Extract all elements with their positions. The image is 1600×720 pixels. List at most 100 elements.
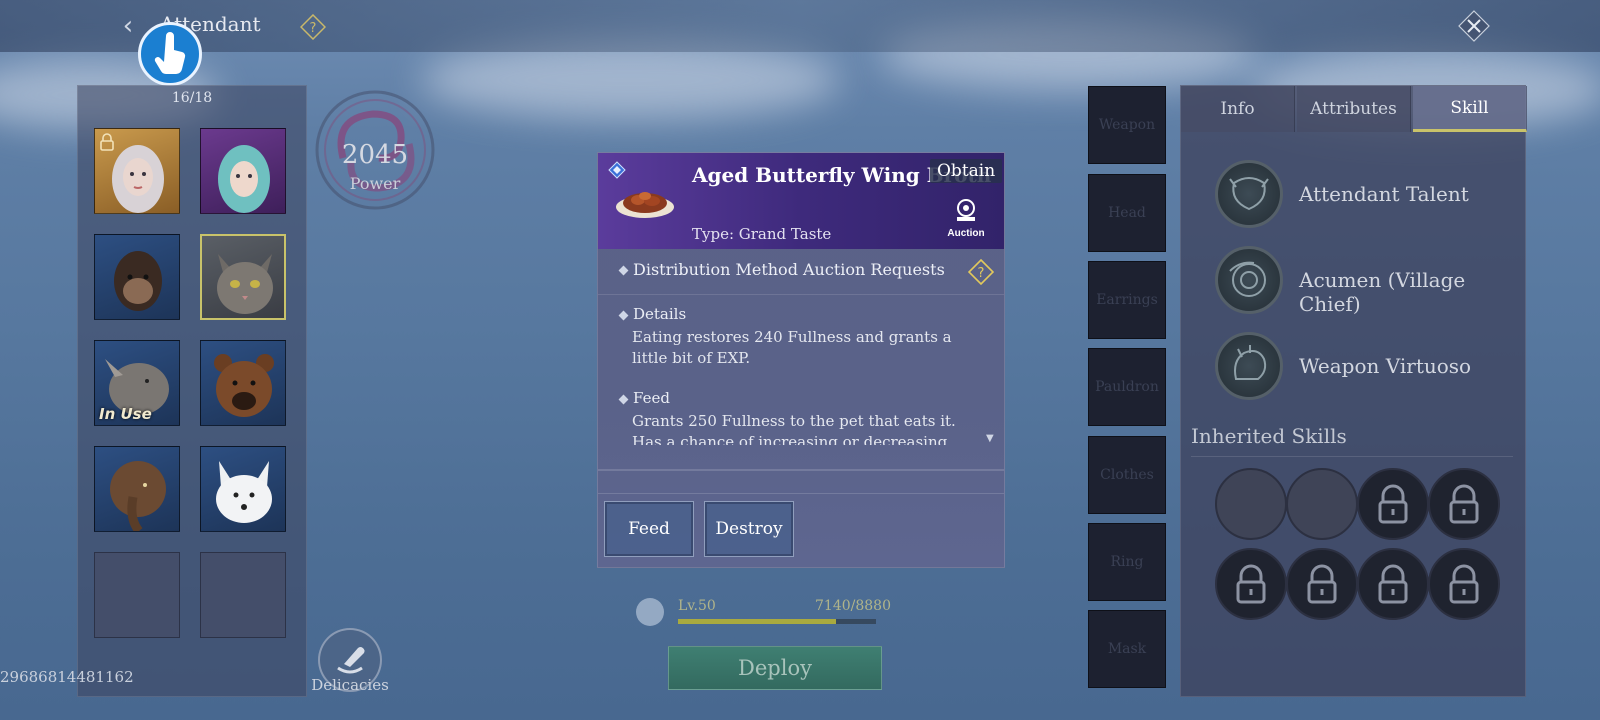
- in-use-label: In Use: [99, 405, 152, 423]
- portrait-mammoth: [110, 461, 166, 531]
- help-diamond-icon[interactable]: ?: [968, 259, 994, 285]
- chevron-left-icon: ‹: [122, 11, 134, 41]
- eye-swirl-icon: [1229, 261, 1266, 297]
- pet-slot-empty[interactable]: [94, 552, 180, 638]
- feed-title: Feed: [618, 389, 670, 407]
- feed-text: Grants 250 Fullness to the pet that eats…: [632, 412, 956, 445]
- attendant-detail-panel: Info Attributes Skill Attendant Talent A…: [1180, 85, 1527, 697]
- help-diamond-icon: ?: [300, 14, 326, 40]
- pet-slot-gray-cat[interactable]: [200, 234, 286, 320]
- inherited-skill-slot-locked[interactable]: [1357, 468, 1429, 540]
- user-id: 29686814481162: [0, 668, 134, 686]
- equip-slot-pauldron[interactable]: Pauldron: [1088, 348, 1166, 426]
- item-header: Aged Butterfly Wing Broth Obtain Type: G…: [598, 153, 1004, 249]
- skill-name: Acumen (Village Chief): [1299, 268, 1466, 316]
- skill-acumen[interactable]: [1215, 246, 1283, 314]
- skill-attendant-talent[interactable]: [1215, 160, 1283, 228]
- portrait-bear: [214, 354, 274, 417]
- pet-slot-mammoth[interactable]: [94, 446, 180, 532]
- svg-text:?: ?: [310, 21, 317, 36]
- broth-dish-icon: [616, 192, 674, 218]
- pet-slot-white-haired-woman[interactable]: [94, 128, 180, 214]
- inherited-skill-slot-locked[interactable]: [1428, 548, 1500, 620]
- tab-attributes[interactable]: Attributes: [1297, 86, 1411, 132]
- deploy-button[interactable]: Deploy: [668, 646, 882, 690]
- svg-text:?: ?: [978, 266, 985, 281]
- divider: [598, 493, 1004, 494]
- tab-info[interactable]: Info: [1181, 86, 1295, 132]
- equip-slot-earrings[interactable]: Earrings: [1088, 261, 1166, 339]
- pet-slot-rhino[interactable]: In Use: [94, 340, 180, 426]
- distribution-method-label: Distribution Method: [633, 260, 798, 279]
- distribution-row: Distribution Method Auction Requests ?: [598, 249, 1004, 295]
- diamond-bullet-icon: [618, 394, 629, 404]
- equip-slot-ring[interactable]: Ring: [1088, 523, 1166, 601]
- details-title: Details: [618, 305, 686, 323]
- skill-name: Weapon Virtuoso: [1299, 354, 1472, 378]
- equip-slot-clothes[interactable]: Clothes: [1088, 436, 1166, 514]
- inherited-skill-slot-locked[interactable]: [1286, 548, 1358, 620]
- pet-list-panel: 16/18 In Use: [77, 85, 307, 697]
- inherited-skill-slot[interactable]: [1286, 468, 1358, 540]
- pet-slot-empty[interactable]: [200, 552, 286, 638]
- pet-slot-teal-haired-girl[interactable]: [200, 128, 286, 214]
- pet-slot-chimpanzee[interactable]: [94, 234, 180, 320]
- item-detail-popup: Aged Butterfly Wing Broth Obtain Type: G…: [597, 152, 1005, 568]
- power-label: Power: [349, 174, 401, 193]
- destroy-button[interactable]: Destroy: [704, 501, 794, 557]
- equip-slot-head[interactable]: Head: [1088, 174, 1166, 252]
- demon-mask-icon: [1229, 177, 1269, 211]
- inherited-skill-slot-locked[interactable]: [1428, 468, 1500, 540]
- pet-slot-brown-bear[interactable]: [200, 340, 286, 426]
- feed-button[interactable]: Feed: [604, 501, 694, 557]
- lock-icon: [1449, 484, 1479, 524]
- back-button[interactable]: ‹: [112, 10, 144, 42]
- item-type: Type: Grand Taste: [692, 225, 832, 243]
- auction-button[interactable]: Auction: [944, 197, 988, 243]
- lock-icon: [100, 133, 114, 151]
- equip-slot-mask[interactable]: Mask: [1088, 610, 1166, 688]
- inherited-skill-slot-locked[interactable]: [1215, 548, 1287, 620]
- details-text: Eating restores 240 Fullness and grants …: [632, 328, 952, 367]
- lock-icon: [1307, 564, 1337, 604]
- exp-level: Lv.50: [678, 598, 716, 614]
- diamond-bullet-icon: [618, 310, 629, 320]
- lock-icon: [1378, 484, 1408, 524]
- inherited-skills-title: Inherited Skills: [1191, 424, 1347, 448]
- portrait-girl: [218, 145, 270, 213]
- exp-drop-icon: [636, 598, 664, 626]
- scroll-down-icon[interactable]: ▼: [986, 433, 994, 444]
- lock-icon: [1449, 564, 1479, 604]
- auction-label: Auction: [947, 228, 985, 239]
- item-description-scroll[interactable]: Details Eating restores 240 Fullness and…: [598, 297, 1004, 445]
- equip-slot-weapon[interactable]: Weapon: [1088, 86, 1166, 164]
- auction-icon: [957, 199, 975, 221]
- lock-icon: [1378, 564, 1408, 604]
- exp-bar-fill: [678, 619, 837, 624]
- pet-slot-white-fox[interactable]: [200, 446, 286, 532]
- inherited-skill-slot-locked[interactable]: [1357, 548, 1429, 620]
- delicacies-label: Delicacies: [311, 676, 389, 694]
- pet-slot-count: 16/18: [171, 90, 213, 106]
- portrait-cat: [217, 254, 273, 314]
- lock-icon: [1236, 564, 1266, 604]
- power-value: 2045: [341, 140, 409, 170]
- obtain-button[interactable]: Obtain: [930, 159, 1003, 183]
- divider: [598, 469, 1004, 471]
- exp-value: 7140/8880: [815, 598, 891, 614]
- close-x-icon: [1458, 10, 1490, 42]
- portrait-chimp: [114, 251, 162, 311]
- delicacies-icon: [337, 647, 365, 674]
- portrait-fox: [216, 461, 272, 523]
- inherited-skill-slot[interactable]: [1215, 468, 1287, 540]
- divider: [1191, 456, 1513, 457]
- tap-finger-icon: [154, 32, 186, 75]
- distribution-method-link[interactable]: Distribution Method: [618, 260, 798, 279]
- tab-skill[interactable]: Skill: [1413, 86, 1527, 132]
- tap-hint-button[interactable]: [138, 22, 202, 86]
- skill-name: Attendant Talent: [1299, 182, 1469, 206]
- skill-weapon-virtuoso[interactable]: [1215, 332, 1283, 400]
- help-button[interactable]: ?: [300, 14, 326, 40]
- auction-requests-link[interactable]: Auction Requests: [803, 260, 945, 279]
- close-button[interactable]: [1456, 8, 1492, 44]
